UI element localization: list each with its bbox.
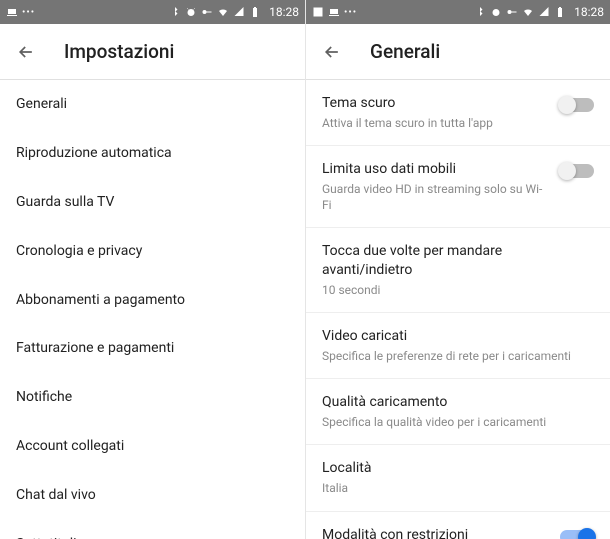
row-tema-scuro[interactable]: Tema scuro Attiva il tema scuro in tutta… bbox=[306, 80, 610, 145]
header: Generali bbox=[306, 24, 610, 80]
settings-item-privacy[interactable]: Cronologia e privacy bbox=[0, 227, 305, 276]
signal-icon bbox=[538, 6, 550, 18]
toggle-tema-scuro[interactable] bbox=[560, 98, 594, 112]
status-time: 18:28 bbox=[269, 5, 299, 19]
row-qualita[interactable]: Qualità caricamento Specifica la qualità… bbox=[306, 378, 610, 444]
settings-item-label: Notifiche bbox=[16, 388, 72, 407]
row-sub: Italia bbox=[322, 480, 594, 496]
image-icon bbox=[312, 6, 324, 18]
row-sub: Attiva il tema scuro in tutta l'app bbox=[322, 115, 548, 131]
bluetooth-icon bbox=[169, 6, 181, 18]
row-label: Limita uso dati mobili bbox=[322, 160, 548, 179]
row-label: Tocca due volte per mandare avanti/indie… bbox=[322, 242, 594, 280]
alarm-icon bbox=[490, 6, 502, 18]
row-sub: 10 secondi bbox=[322, 282, 594, 298]
general-list: Tema scuro Attiva il tema scuro in tutta… bbox=[306, 80, 610, 539]
settings-item-label: Account collegati bbox=[16, 437, 124, 456]
page-title: Generali bbox=[370, 40, 440, 63]
signal-icon bbox=[233, 6, 245, 18]
row-sub: Specifica le preferenze di rete per i ca… bbox=[322, 348, 594, 364]
settings-item-fatturazione[interactable]: Fatturazione e pagamenti bbox=[0, 324, 305, 373]
row-label: Modalità con restrizioni bbox=[322, 526, 548, 539]
row-label: Qualità caricamento bbox=[322, 393, 594, 412]
screen-general: ••• 18:28 Generali Tema scuro Attiva il … bbox=[305, 0, 610, 539]
alarm-icon bbox=[185, 6, 197, 18]
row-sub: Guarda video HD in streaming solo su Wi-… bbox=[322, 181, 548, 213]
wifi-icon bbox=[522, 6, 534, 18]
status-time: 18:28 bbox=[574, 5, 604, 19]
row-restrizioni[interactable]: Modalità con restrizioni La Modalità con… bbox=[306, 511, 610, 539]
back-arrow-icon[interactable] bbox=[16, 42, 36, 62]
settings-item-notifiche[interactable]: Notifiche bbox=[0, 373, 305, 422]
row-label: Tema scuro bbox=[322, 94, 548, 113]
key-icon bbox=[506, 6, 518, 18]
settings-item-account[interactable]: Account collegati bbox=[0, 422, 305, 471]
dots-icon: ••• bbox=[344, 7, 357, 18]
settings-item-riproduzione[interactable]: Riproduzione automatica bbox=[0, 129, 305, 178]
battery-icon bbox=[249, 6, 261, 18]
battery-icon bbox=[554, 6, 566, 18]
bluetooth-icon bbox=[474, 6, 486, 18]
settings-item-label: Guarda sulla TV bbox=[16, 193, 114, 212]
wifi-icon bbox=[217, 6, 229, 18]
settings-item-label: Sottotitoli bbox=[16, 535, 77, 539]
statusbar: ••• 18:28 bbox=[306, 0, 610, 24]
toggle-restrizioni[interactable] bbox=[560, 530, 594, 539]
settings-item-tv[interactable]: Guarda sulla TV bbox=[0, 178, 305, 227]
settings-item-label: Abbonamenti a pagamento bbox=[16, 291, 185, 310]
settings-item-label: Chat dal vivo bbox=[16, 486, 96, 505]
settings-list: Generali Riproduzione automatica Guarda … bbox=[0, 80, 305, 539]
back-arrow-icon[interactable] bbox=[322, 42, 342, 62]
screen-settings: ••• 18:28 Impostazioni Generali Riproduz… bbox=[0, 0, 305, 539]
settings-item-label: Cronologia e privacy bbox=[16, 242, 142, 261]
row-double-tap[interactable]: Tocca due volte per mandare avanti/indie… bbox=[306, 227, 610, 312]
statusbar: ••• 18:28 bbox=[0, 0, 305, 24]
row-label: Località bbox=[322, 459, 594, 478]
settings-item-chat[interactable]: Chat dal vivo bbox=[0, 471, 305, 520]
row-localita[interactable]: Località Italia bbox=[306, 444, 610, 510]
settings-item-generali[interactable]: Generali bbox=[0, 80, 305, 129]
laptop-icon bbox=[6, 6, 18, 18]
header: Impostazioni bbox=[0, 24, 305, 80]
dots-icon: ••• bbox=[22, 7, 35, 18]
settings-item-label: Riproduzione automatica bbox=[16, 144, 172, 163]
settings-item-label: Generali bbox=[16, 95, 67, 114]
row-sub: Specifica la qualità video per i caricam… bbox=[322, 414, 594, 430]
settings-item-label: Fatturazione e pagamenti bbox=[16, 339, 174, 358]
key-icon bbox=[201, 6, 213, 18]
settings-item-sottotitoli[interactable]: Sottotitoli bbox=[0, 520, 305, 539]
settings-item-abbonamenti[interactable]: Abbonamenti a pagamento bbox=[0, 276, 305, 325]
page-title: Impostazioni bbox=[64, 40, 174, 63]
row-label: Video caricati bbox=[322, 327, 594, 346]
row-limita-dati[interactable]: Limita uso dati mobili Guarda video HD i… bbox=[306, 145, 610, 227]
toggle-limita-dati[interactable] bbox=[560, 164, 594, 178]
row-video-caricati[interactable]: Video caricati Specifica le preferenze d… bbox=[306, 312, 610, 378]
laptop-icon bbox=[328, 6, 340, 18]
